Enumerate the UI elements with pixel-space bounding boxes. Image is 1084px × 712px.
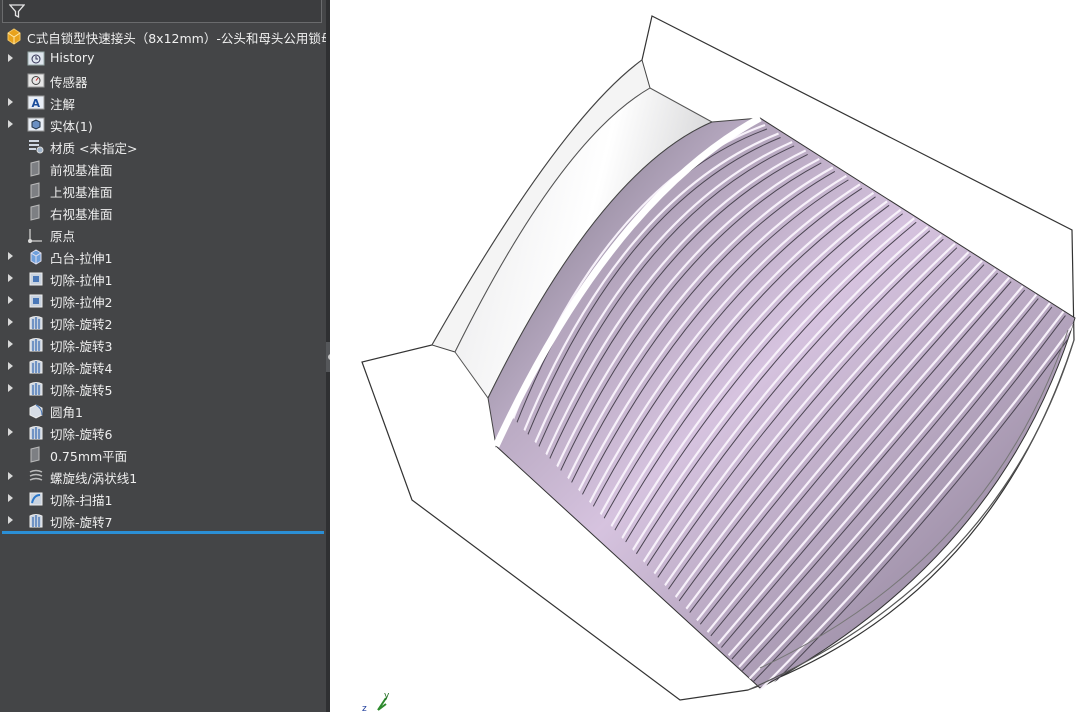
- expand-arrow-icon[interactable]: [8, 252, 13, 260]
- tree-item-label: 注解: [50, 97, 76, 112]
- triad-y-label: y: [384, 691, 390, 701]
- tree-root-part[interactable]: C式自锁型快速接头（8x12mm）-公头和母头公用锁母: [0, 25, 326, 47]
- plane-icon: [30, 182, 40, 199]
- tree-item-label: 切除-旋转7: [50, 515, 113, 530]
- tree-item-label: 切除-拉伸2: [50, 295, 113, 310]
- expand-arrow-icon[interactable]: [8, 384, 13, 392]
- tree-item[interactable]: 切除-拉伸2: [0, 289, 326, 311]
- tree-item[interactable]: History: [0, 47, 326, 69]
- expand-arrow-icon[interactable]: [8, 516, 13, 524]
- tree-item[interactable]: 切除-旋转4: [0, 355, 326, 377]
- tree-item[interactable]: 切除-拉伸1: [0, 267, 326, 289]
- tree-item[interactable]: 切除-旋转2: [0, 311, 326, 333]
- expand-arrow-icon[interactable]: [8, 274, 13, 282]
- svg-text:A: A: [32, 97, 41, 110]
- plane-icon: [30, 160, 40, 177]
- tree-item-label: 切除-拉伸1: [50, 273, 113, 288]
- tree-item-label: 螺旋线/涡状线1: [50, 471, 138, 486]
- expand-arrow-icon[interactable]: [8, 340, 13, 348]
- expand-arrow-icon[interactable]: [8, 318, 13, 326]
- cut-revolve-icon: [29, 382, 43, 396]
- expand-arrow-icon[interactable]: [8, 472, 13, 480]
- cut-revolve-icon: [29, 316, 43, 330]
- tree-item-label: 切除-旋转3: [50, 339, 113, 354]
- annotation-icon: A: [27, 95, 45, 110]
- tree-item[interactable]: 上视基准面: [0, 179, 326, 201]
- tree-item-label: 凸台-拉伸1: [50, 251, 113, 266]
- tree-item-label: History: [50, 50, 95, 65]
- tree-item-label: 0.75mm平面: [50, 449, 128, 464]
- plane-icon: [30, 204, 40, 221]
- tree-item-label: 切除-旋转2: [50, 317, 113, 332]
- tree-item[interactable]: 凸台-拉伸1: [0, 245, 326, 267]
- tree-item-label: 原点: [50, 229, 76, 244]
- tree-item[interactable]: 切除-旋转5: [0, 377, 326, 399]
- tree-item[interactable]: 实体(1): [0, 113, 326, 135]
- expand-arrow-icon[interactable]: [8, 494, 13, 502]
- tree-item-label: 圆角1: [50, 405, 83, 420]
- plane-icon: [30, 446, 40, 463]
- tree-item-label: 右视基准面: [50, 207, 113, 222]
- part-name: C式自锁型快速接头（8x12mm）-公头和母头公用锁母: [27, 31, 326, 46]
- tree-item[interactable]: 原点: [0, 223, 326, 245]
- tree-item[interactable]: 传感器: [0, 69, 326, 91]
- boss-extrude-icon: [30, 249, 42, 265]
- tree-item-label: 传感器: [50, 75, 88, 90]
- tree-item-label: 材质 <未指定>: [50, 141, 138, 156]
- cut-revolve-icon: [29, 514, 43, 528]
- cut-revolve-icon: [29, 360, 43, 374]
- tree-item[interactable]: 前视基准面: [0, 157, 326, 179]
- sensor-icon: [27, 73, 45, 88]
- tree-item[interactable]: 切除-旋转7: [0, 509, 326, 531]
- feature-manager-panel: C式自锁型快速接头（8x12mm）-公头和母头公用锁母 History 传感器 A 注…: [0, 0, 326, 712]
- triad-z-label: z: [362, 704, 367, 712]
- tree-item-label: 切除-旋转4: [50, 361, 113, 376]
- expand-arrow-icon[interactable]: [8, 296, 13, 304]
- tree-item-label: 实体(1): [50, 119, 93, 134]
- tree-item-label: 切除-旋转6: [50, 427, 113, 442]
- tree-item[interactable]: 切除-扫描1: [0, 487, 326, 509]
- tree-item[interactable]: 切除-旋转3: [0, 333, 326, 355]
- cut-revolve-icon: [29, 426, 43, 440]
- cut-extrude-icon: [29, 272, 43, 286]
- tree-item[interactable]: 右视基准面: [0, 201, 326, 223]
- solid-bodies-icon: [27, 117, 45, 132]
- expand-arrow-icon[interactable]: [8, 54, 13, 62]
- tree-item-label: 切除-旋转5: [50, 383, 113, 398]
- expand-arrow-icon[interactable]: [8, 120, 13, 128]
- material-icon: [29, 140, 44, 154]
- tree-item[interactable]: 螺旋线/涡状线1: [0, 465, 326, 487]
- cut-sweep-icon: [29, 492, 43, 506]
- graphics-viewport[interactable]: [330, 0, 1084, 712]
- rollback-bar[interactable]: [2, 531, 324, 534]
- axis-triad: y z: [362, 691, 390, 712]
- tree-item-label: 上视基准面: [50, 185, 113, 200]
- history-icon: [27, 51, 45, 66]
- tree-item-label: 前视基准面: [50, 163, 113, 178]
- threaded-nut-model[interactable]: [330, 0, 1084, 712]
- cut-extrude-icon: [29, 294, 43, 308]
- helix-icon: [29, 469, 43, 481]
- tree-item[interactable]: 0.75mm平面: [0, 443, 326, 465]
- cut-revolve-icon: [29, 338, 43, 352]
- fillet-icon: [29, 404, 43, 419]
- expand-arrow-icon[interactable]: [8, 428, 13, 436]
- feature-filter-input[interactable]: [2, 0, 322, 23]
- part-icon: [7, 28, 21, 45]
- tree-item[interactable]: 圆角1: [0, 399, 326, 421]
- tree-item[interactable]: 材质 <未指定>: [0, 135, 326, 157]
- expand-arrow-icon[interactable]: [8, 98, 13, 106]
- origin-icon: [28, 229, 42, 243]
- tree-item[interactable]: A 注解: [0, 91, 326, 113]
- expand-arrow-icon[interactable]: [8, 362, 13, 370]
- tree-item[interactable]: 切除-旋转6: [0, 421, 326, 443]
- filter-icon[interactable]: [9, 3, 25, 19]
- tree-item-label: 切除-扫描1: [50, 493, 113, 508]
